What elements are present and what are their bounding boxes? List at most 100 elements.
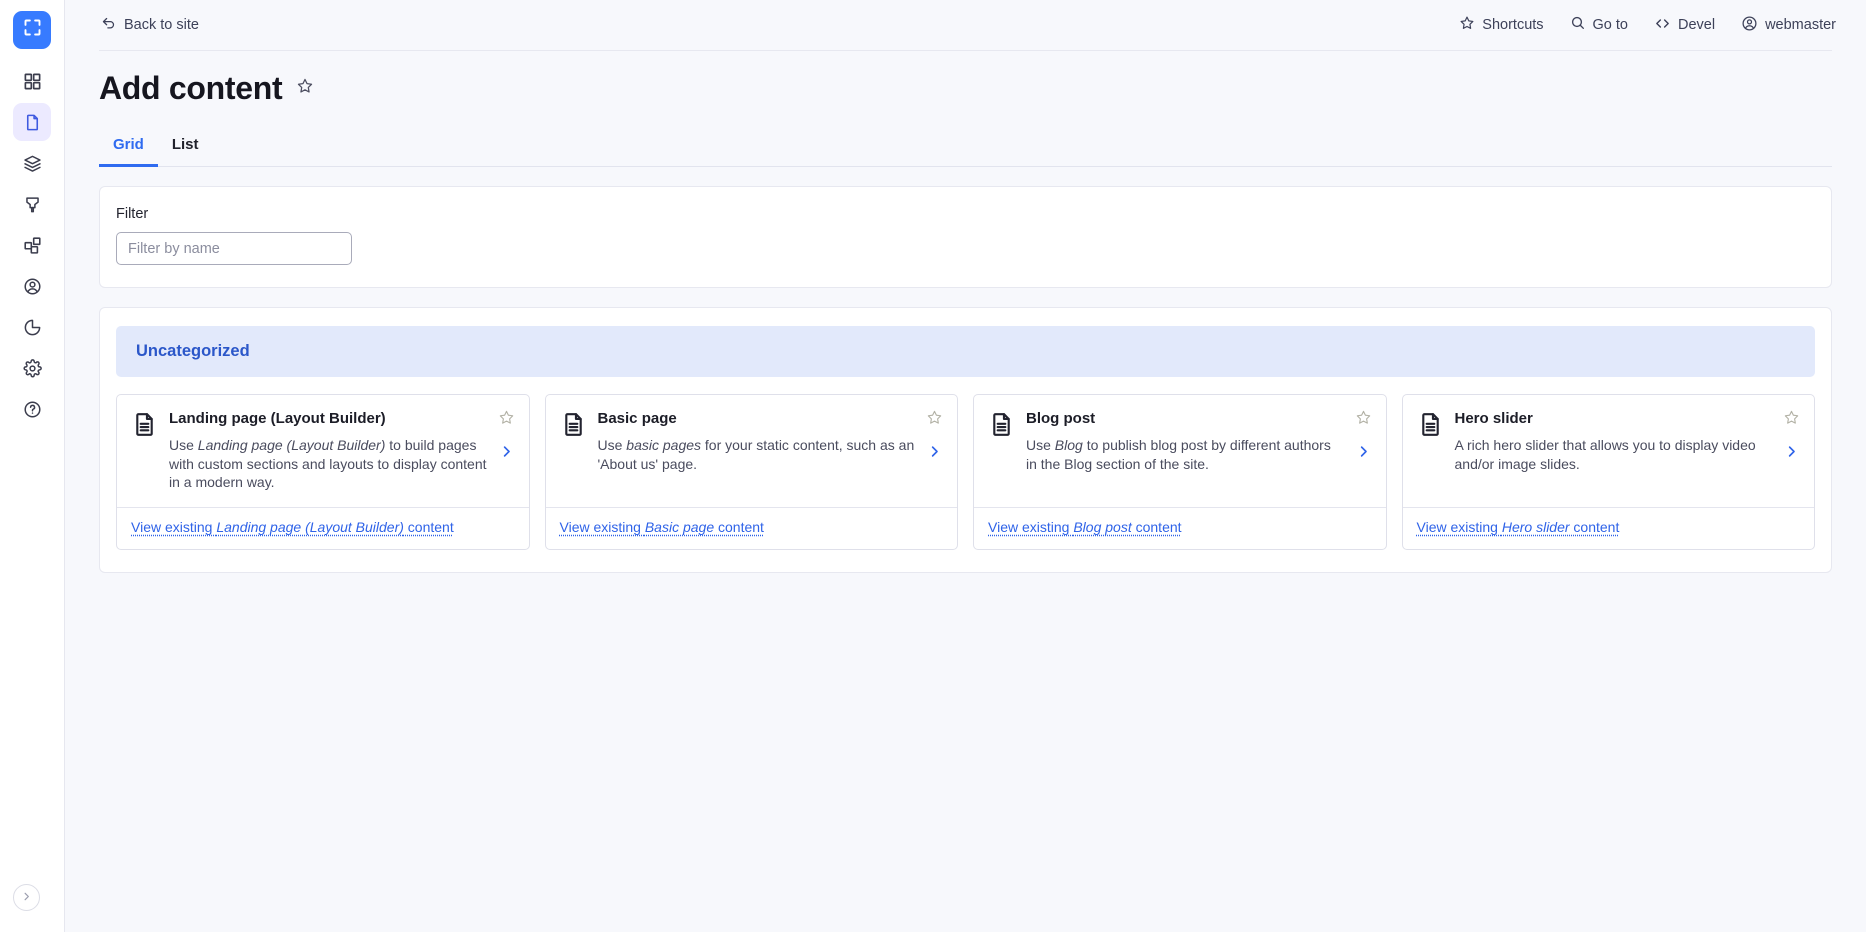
page-header: Add content xyxy=(99,50,1832,107)
card-description: A rich hero slider that allows you to di… xyxy=(1455,436,1773,473)
content-wrapper: Add content Grid List Filter xyxy=(65,50,1866,932)
sidebar-item-help[interactable] xyxy=(13,390,51,428)
pie-chart-icon xyxy=(23,318,42,337)
card-footer: View existing Hero slider content xyxy=(1403,507,1815,549)
sidebar-item-people[interactable] xyxy=(13,267,51,305)
tab-grid[interactable]: Grid xyxy=(99,136,158,167)
card-footer: View existing Basic page content xyxy=(546,507,958,549)
content-type-card[interactable]: Blog post Use Blog to publish blog post … xyxy=(973,394,1387,550)
star-icon xyxy=(1459,15,1475,35)
sidebar-item-extend[interactable] xyxy=(13,226,51,264)
devel-label: Devel xyxy=(1678,17,1715,33)
card-description: Use Landing page (Layout Builder) to bui… xyxy=(169,436,487,492)
chevron-right-icon xyxy=(1784,446,1799,463)
page-favorite-toggle[interactable] xyxy=(296,77,314,100)
card-title: Blog post xyxy=(1026,409,1344,429)
card-open-button[interactable] xyxy=(499,444,514,464)
card-favorite-toggle[interactable] xyxy=(1783,409,1800,431)
view-existing-link[interactable]: View existing Landing page (Layout Build… xyxy=(131,519,454,535)
card-text: Blog post Use Blog to publish blog post … xyxy=(1026,409,1344,492)
card-actions xyxy=(1783,409,1800,492)
goto-button[interactable]: Go to xyxy=(1570,15,1628,35)
shortcuts-button[interactable]: Shortcuts xyxy=(1459,15,1543,35)
back-to-site-label: Back to site xyxy=(124,17,199,33)
card-favorite-toggle[interactable] xyxy=(1355,409,1372,431)
group-header-uncategorized: Uncategorized xyxy=(116,326,1815,377)
sidebar-item-configuration[interactable] xyxy=(13,349,51,387)
card-body: Basic page Use basic pages for your stat… xyxy=(546,395,958,507)
document-lines-icon xyxy=(131,409,158,492)
search-icon xyxy=(1570,15,1586,35)
link-post: content xyxy=(714,519,764,535)
desc-pre: Use xyxy=(1026,437,1055,453)
view-tabs: Grid List xyxy=(99,136,1832,167)
document-lines-icon xyxy=(560,409,587,492)
filter-input[interactable] xyxy=(116,232,352,265)
link-pre: View existing xyxy=(1417,519,1502,535)
chevron-right-icon xyxy=(1356,446,1371,463)
card-actions xyxy=(926,409,943,492)
document-icon xyxy=(23,113,42,132)
devel-button[interactable]: Devel xyxy=(1654,15,1715,36)
document-lines-icon xyxy=(988,409,1015,492)
user-circle-icon xyxy=(23,277,42,296)
topbar-actions: Shortcuts Go to xyxy=(1459,15,1836,36)
card-footer: View existing Landing page (Layout Build… xyxy=(117,507,529,549)
link-emphasis: Landing page (Layout Builder) xyxy=(216,519,404,535)
shortcuts-label: Shortcuts xyxy=(1482,17,1543,33)
card-text: Basic page Use basic pages for your stat… xyxy=(598,409,916,492)
card-text: Hero slider A rich hero slider that allo… xyxy=(1455,409,1773,492)
link-pre: View existing xyxy=(131,519,216,535)
desc-pre: Use xyxy=(598,437,627,453)
card-title: Landing page (Layout Builder) xyxy=(169,409,487,429)
card-description: Use Blog to publish blog post by differe… xyxy=(1026,436,1344,473)
card-text: Landing page (Layout Builder) Use Landin… xyxy=(169,409,487,492)
sidebar-item-appearance[interactable] xyxy=(13,185,51,223)
content-type-card[interactable]: Basic page Use basic pages for your stat… xyxy=(545,394,959,550)
main-area: Back to site Shortcuts xyxy=(65,0,1866,932)
content-type-card[interactable]: Hero slider A rich hero slider that allo… xyxy=(1402,394,1816,550)
content-type-card[interactable]: Landing page (Layout Builder) Use Landin… xyxy=(116,394,530,550)
gear-icon xyxy=(23,359,42,378)
arrow-return-left-icon xyxy=(101,16,116,35)
user-circle-icon xyxy=(1741,15,1758,36)
sidebar-item-structure[interactable] xyxy=(13,144,51,182)
filter-panel: Filter xyxy=(99,186,1832,288)
paint-brush-icon xyxy=(23,195,42,214)
link-pre: View existing xyxy=(988,519,1073,535)
desc-post: A rich hero slider that allows you to di… xyxy=(1455,437,1756,472)
back-to-site-link[interactable]: Back to site xyxy=(101,16,199,35)
view-existing-link[interactable]: View existing Blog post content xyxy=(988,519,1182,535)
card-open-button[interactable] xyxy=(1356,444,1371,464)
sidebar-item-content[interactable] xyxy=(13,103,51,141)
card-favorite-toggle[interactable] xyxy=(498,409,515,431)
star-outline-icon xyxy=(926,413,943,430)
sidebar-item-dashboard[interactable] xyxy=(13,62,51,100)
tab-list[interactable]: List xyxy=(158,136,213,167)
card-open-button[interactable] xyxy=(927,444,942,464)
view-existing-link[interactable]: View existing Basic page content xyxy=(560,519,764,535)
user-account-label: webmaster xyxy=(1765,17,1836,33)
content-type-grid: Landing page (Layout Builder) Use Landin… xyxy=(116,394,1815,550)
puzzle-blocks-icon xyxy=(23,236,42,255)
filter-label: Filter xyxy=(116,206,1815,222)
card-open-button[interactable] xyxy=(1784,444,1799,464)
page-title: Add content xyxy=(99,70,282,107)
sidebar-collapse-toggle[interactable] xyxy=(13,884,40,911)
fullscreen-brackets-icon xyxy=(22,17,43,43)
topbar: Back to site Shortcuts xyxy=(65,0,1866,50)
grid-squares-icon xyxy=(23,72,42,91)
star-outline-icon xyxy=(1355,413,1372,430)
desc-emphasis: Blog xyxy=(1055,437,1083,453)
logo-button[interactable] xyxy=(13,11,51,49)
content-types-panel: Uncategorized xyxy=(99,307,1832,573)
view-existing-link[interactable]: View existing Hero slider content xyxy=(1417,519,1620,535)
user-account-button[interactable]: webmaster xyxy=(1741,15,1836,36)
star-outline-icon xyxy=(1783,413,1800,430)
sidebar-item-reports[interactable] xyxy=(13,308,51,346)
card-favorite-toggle[interactable] xyxy=(926,409,943,431)
chevron-right-icon xyxy=(21,889,32,907)
desc-emphasis: basic pages xyxy=(626,437,701,453)
sidebar xyxy=(0,0,65,932)
star-outline-icon xyxy=(498,413,515,430)
